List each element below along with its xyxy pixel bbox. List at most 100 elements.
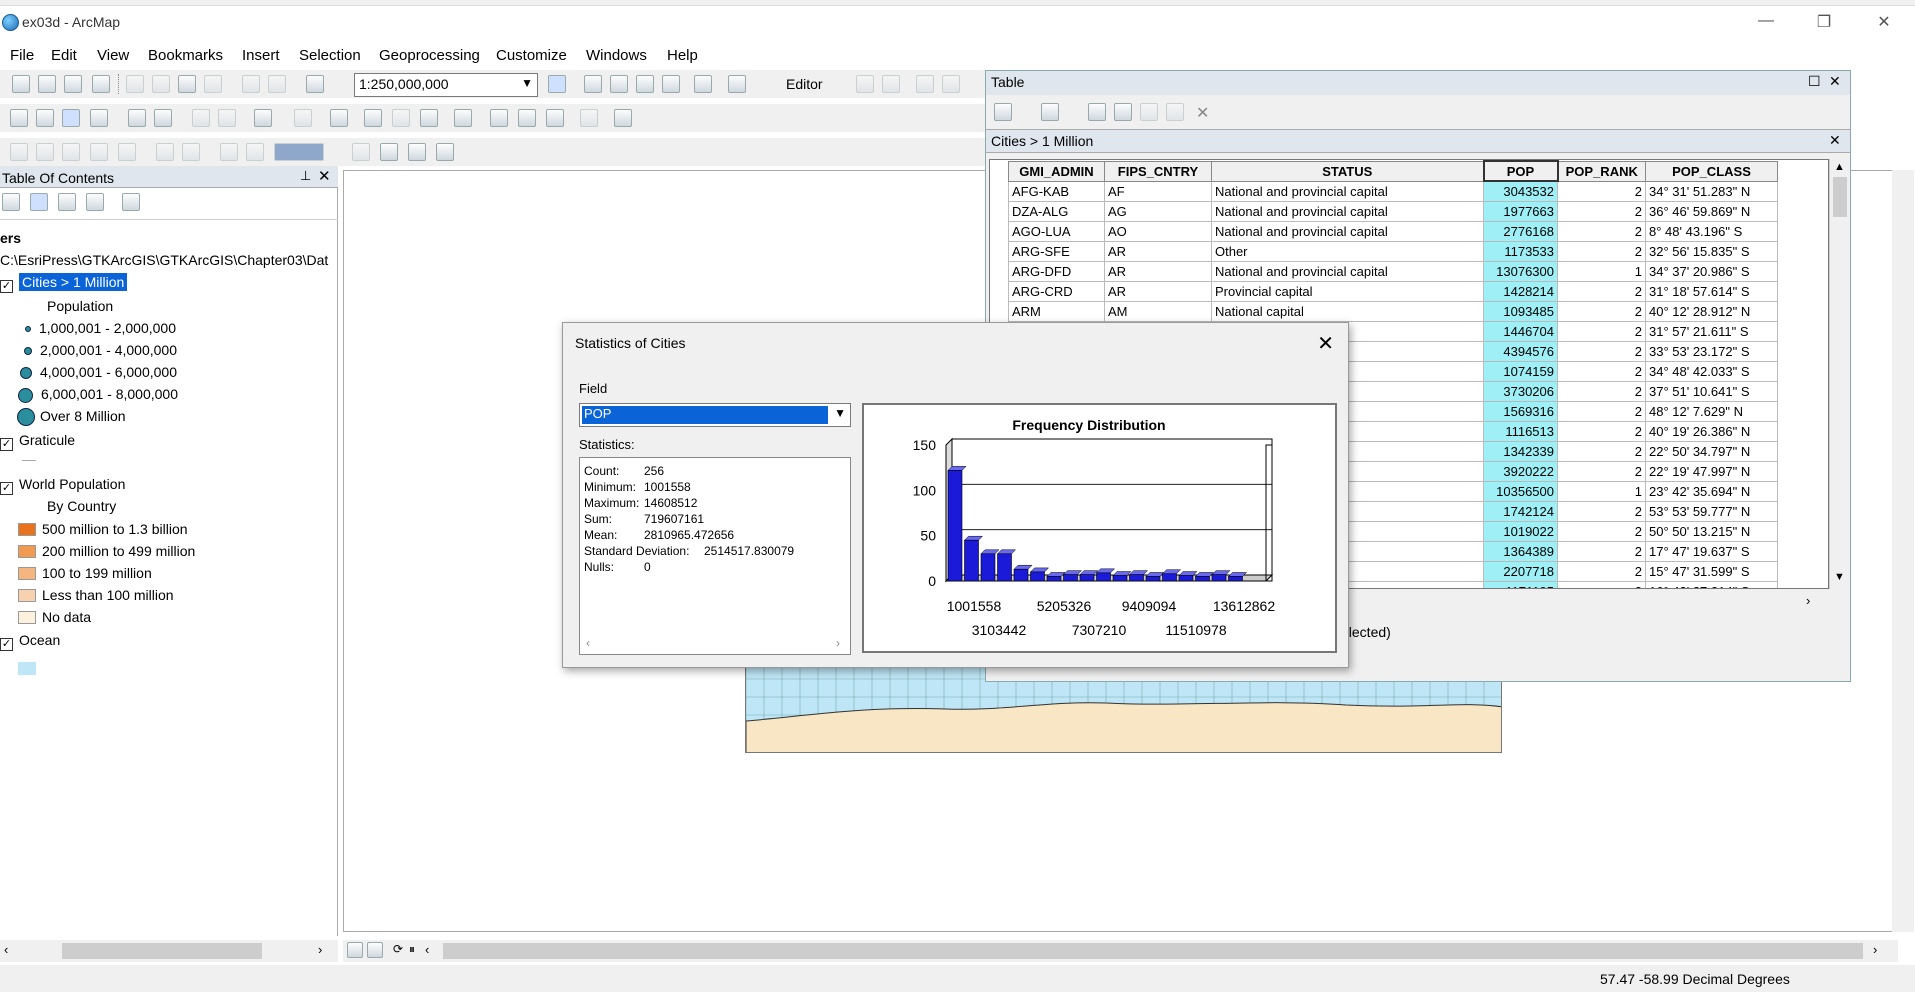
cell-pop-rank[interactable]: 2 [1557,320,1646,342]
cell-pop[interactable]: 1428214 [1483,280,1558,302]
cell-status[interactable]: Provincial capital [1211,280,1484,302]
zoom-to-selected-icon[interactable] [1166,103,1184,121]
cell-pop-rank[interactable]: 2 [1557,440,1646,462]
layout-forward-icon[interactable] [246,143,264,161]
identify-icon[interactable] [364,109,382,127]
cell-pop[interactable]: 1173533 [1483,240,1558,262]
list-by-drawing-order-icon[interactable] [2,193,20,211]
select-features-icon[interactable] [254,109,272,127]
cell-pop-rank[interactable]: 2 [1557,540,1646,562]
cell-pop[interactable]: 2207718 [1483,560,1558,582]
cell-pop-rank[interactable]: 2 [1557,220,1646,242]
cell-pop[interactable]: 3920222 [1483,460,1558,482]
focus-data-frame-icon[interactable] [380,143,398,161]
field-select[interactable]: POP ▼ [579,403,851,427]
scroll-thumb[interactable] [443,943,1863,959]
table-row[interactable]: ARG-DFD AR National and provincial capital… [1008,260,1778,282]
pause-drawing-icon[interactable]: ⏸ [409,942,415,957]
cell-pop[interactable]: 1116513 [1483,420,1558,442]
layout-view-icon[interactable] [367,942,383,958]
cell-pop-class[interactable]: 36° 46' 59.869" N [1645,200,1778,222]
table-options-icon[interactable] [994,103,1012,121]
go-forward-icon[interactable] [218,109,236,127]
scroll-left-icon[interactable]: ‹ [4,942,8,957]
table-of-contents-icon[interactable] [584,75,602,93]
zoom-whole-page-icon[interactable] [90,143,108,161]
cell-pop-class[interactable]: 22° 50' 34.797" N [1645,440,1778,462]
cell-pop[interactable]: 4394576 [1483,340,1558,362]
menu-windows[interactable]: Windows [586,47,647,64]
table-row[interactable]: AFG-KAB AF National and provincial capital… [1008,180,1778,202]
cell-pop-class[interactable]: 32° 56' 15.835" S [1645,240,1778,262]
menu-selection[interactable]: Selection [299,47,361,64]
cell-pop-rank[interactable]: 1 [1557,480,1646,502]
cell-pop[interactable]: 3730206 [1483,380,1558,402]
toggle-draft-icon[interactable] [352,143,370,161]
cell-pop-class[interactable]: 31° 18' 57.614" S [1645,280,1778,302]
cell-pop-class[interactable]: 8° 48' 43.196" S [1645,220,1778,242]
cell-status[interactable]: National capital [1211,300,1484,322]
cities-visibility-checkbox[interactable]: ✓ [0,280,13,293]
scroll-up-icon[interactable]: ▲ [1834,161,1845,173]
html-popup-icon[interactable] [420,109,438,127]
menu-customize[interactable]: Customize [496,47,567,64]
list-by-visibility-icon[interactable] [58,193,76,211]
switch-selection-icon[interactable] [1114,103,1132,121]
cell-pop[interactable]: 1093485 [1483,300,1558,322]
cell-pop-rank[interactable]: 2 [1557,460,1646,482]
col-status[interactable]: STATUS [1211,160,1484,182]
copy-icon[interactable] [152,75,170,93]
col-pop-class[interactable]: POP_CLASS [1645,160,1778,182]
scroll-left-icon[interactable]: ‹ [586,636,590,650]
cell-pop[interactable]: 1569316 [1483,400,1558,422]
cell-status[interactable]: National and provincial capital [1211,220,1484,242]
data-view-icon[interactable] [347,942,363,958]
toc-close-icon[interactable]: ✕ [318,167,331,185]
cell-pop-rank[interactable]: 2 [1557,300,1646,322]
editor-menu[interactable]: Editor [786,76,823,92]
model-builder-icon[interactable] [728,75,746,93]
hyperlink-icon[interactable] [392,109,410,127]
cell-gmi-admin[interactable]: AFG-KAB [1008,180,1105,202]
scroll-thumb[interactable] [62,943,262,959]
toc-options-icon[interactable] [122,193,140,211]
cell-pop-class[interactable]: 40° 12' 28.912" N [1645,300,1778,322]
map-horizontal-scrollbar[interactable]: ⟳ ⏸ ‹ › [343,940,1898,962]
cell-pop-rank[interactable]: 2 [1557,200,1646,222]
cut-icon[interactable] [126,75,144,93]
arctoolbox-icon[interactable] [662,75,680,93]
cell-pop-rank[interactable]: 2 [1557,400,1646,422]
world-visibility-checkbox[interactable]: ✓ [0,482,13,495]
layout-zoom-in-icon[interactable] [10,143,28,161]
cell-fips-cntry[interactable]: AF [1104,180,1212,202]
paste-icon[interactable] [178,75,196,93]
cell-status[interactable]: National and provincial capital [1211,200,1484,222]
zoom-in-icon[interactable] [10,109,28,127]
add-data-icon[interactable] [306,75,324,93]
table-close-icon[interactable]: ✕ [1829,73,1841,90]
cell-pop-rank[interactable]: 2 [1557,500,1646,522]
cell-pop-class[interactable]: 37° 51' 10.641" S [1645,380,1778,402]
cell-pop-rank[interactable]: 2 [1557,580,1646,588]
related-tables-icon[interactable] [1041,103,1059,121]
cell-gmi-admin[interactable]: ARG-CRD [1008,280,1105,302]
find-route-icon[interactable] [518,109,536,127]
delete-icon[interactable] [204,75,222,93]
pan-icon[interactable] [62,109,80,127]
table-row[interactable]: DZA-ALG AG National and provincial capital… [1008,200,1778,222]
cell-fips-cntry[interactable]: AR [1104,260,1212,282]
scroll-thumb[interactable] [1833,177,1847,217]
menu-insert[interactable]: Insert [242,47,280,64]
table-row[interactable]: ARG-CRD AR Provincial capital 1428214 2 31° 1… [1008,280,1778,302]
fixed-zoom-out-layout-icon[interactable] [182,143,200,161]
cell-pop[interactable]: 1977663 [1483,200,1558,222]
cell-gmi-admin[interactable]: ARG-DFD [1008,260,1105,282]
new-document-icon[interactable] [12,75,30,93]
go-to-xy-icon[interactable] [546,109,564,127]
select-elements-icon[interactable] [330,109,348,127]
select-by-attributes-icon[interactable] [1088,103,1106,121]
cell-pop[interactable]: 1446704 [1483,320,1558,342]
table-row[interactable]: ARM AM National capital 1093485 2 40° 12' 28.… [1008,300,1778,322]
cell-pop[interactable]: 1342339 [1483,440,1558,462]
layout-zoom-out-icon[interactable] [36,143,54,161]
